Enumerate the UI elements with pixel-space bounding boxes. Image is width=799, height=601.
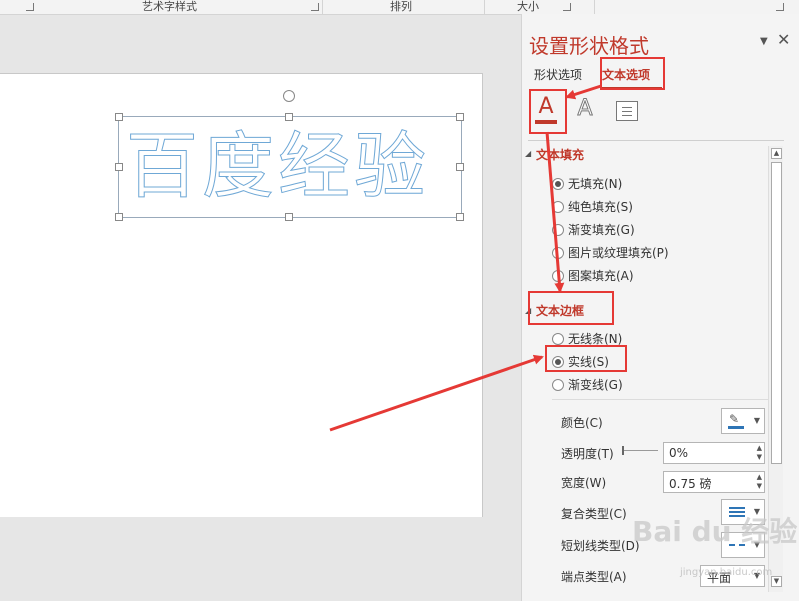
arrow-to-solid-line — [329, 354, 544, 432]
arrow-to-fill-icon — [565, 84, 602, 100]
watermark-url: jingyan.baidu.com — [680, 567, 773, 578]
arrow-to-text-outline — [545, 131, 565, 293]
watermark-logo: Bai du 经验 — [632, 515, 798, 548]
